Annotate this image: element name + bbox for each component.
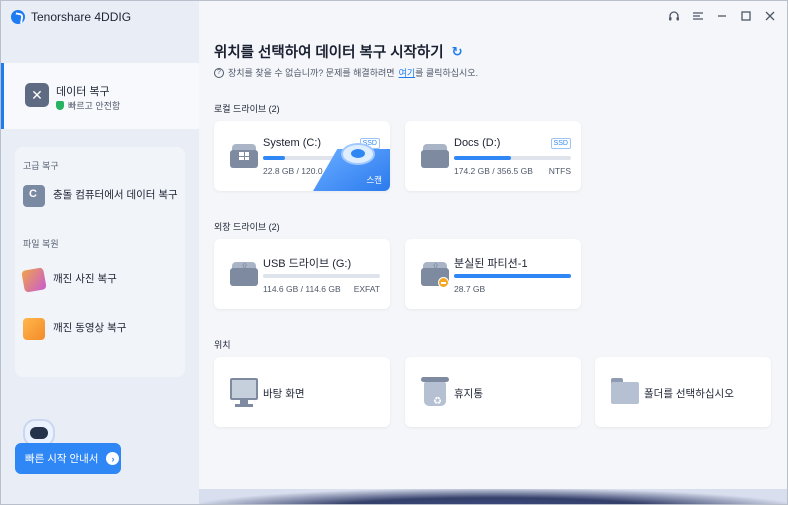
hard-drive-icon — [230, 142, 258, 168]
recycle-bin-icon: ♻ — [421, 376, 449, 408]
drive-card-usb-g[interactable]: ⇪ USB 드라이브 (G:) 114.6 GB / 114.6 GB EXFA… — [214, 239, 390, 309]
drive-size: 28.7 GB — [454, 284, 486, 294]
section-label-locations: 위치 — [214, 340, 231, 350]
brand: Tenorshare 4DDIG — [11, 10, 131, 24]
section-label-external-drives: 외장 드라이브 (2) — [214, 222, 280, 232]
safety-status-text: 빠르고 안전함 — [68, 101, 121, 111]
chevron-right-icon: › — [106, 452, 120, 465]
drive-filesystem: EXFAT — [353, 284, 380, 294]
drive-size: 174.2 GB / 356.5 GB — [454, 166, 533, 176]
tools-icon: ✕ — [25, 83, 49, 107]
sidebar-item-label: 깨진 동영상 복구 — [53, 322, 127, 335]
drive-name: USB 드라이브 (G:) — [263, 258, 352, 270]
sidebar-item-label: 깨진 사진 복구 — [53, 273, 117, 286]
app-title: Tenorshare 4DDIG — [31, 10, 132, 24]
help-link[interactable]: 여기 — [399, 68, 416, 78]
sidebar-item-video-repair[interactable]: 깨진 동영상 복구 — [23, 318, 181, 340]
main-content: 위치를 선택하여 데이터 복구 시작하기 ↻ ? 장치를 찾을 수 없습니까? … — [199, 1, 787, 504]
drive-card-docs-d[interactable]: Docs (D:) SSD 174.2 GB / 356.5 GB NTFS — [405, 121, 581, 191]
shield-check-icon — [56, 101, 64, 110]
group-label-file-repair: 파일 복원 — [23, 239, 59, 249]
location-label: 폴더를 선택하십시오 — [644, 388, 734, 400]
scan-disc-icon — [341, 143, 375, 165]
photo-repair-icon — [21, 267, 47, 293]
drive-name: 분실된 파티션-1 — [454, 258, 528, 270]
page-title: 위치를 선택하여 데이터 복구 시작하기 ↻ — [214, 41, 462, 62]
desktop-icon — [230, 376, 258, 408]
location-recycle-bin[interactable]: ♻ 휴지통 — [405, 357, 581, 427]
warning-badge-icon — [438, 277, 449, 288]
usb-symbol-icon: ⇪ — [240, 262, 250, 274]
location-desktop[interactable]: 바탕 화면 — [214, 357, 390, 427]
section-label-local-drives: 로컬 드라이브 (2) — [214, 104, 280, 114]
windows-icon — [239, 152, 249, 160]
page-title-text: 위치를 선택하여 데이터 복구 시작하기 — [214, 45, 444, 61]
sidebar-item-crashed-pc[interactable]: 충돌 컴퓨터에서 데이터 복구 — [23, 185, 181, 207]
help-prefix: 장치를 찾을 수 없습니까? 문제를 해결하려면 — [228, 68, 395, 78]
quick-start-button[interactable]: 빠른 시작 안내서 › — [15, 443, 121, 474]
drive-filesystem: NTFS — [548, 166, 571, 176]
drive-usage-bar — [263, 274, 380, 278]
drive-usage-bar — [454, 274, 571, 278]
video-repair-icon — [23, 318, 45, 340]
refresh-icon[interactable]: ↻ — [452, 44, 463, 60]
hard-drive-icon — [421, 142, 449, 168]
group-label-advanced: 고급 복구 — [23, 161, 59, 171]
drive-usage-bar — [454, 156, 571, 160]
location-label: 바탕 화면 — [263, 388, 305, 400]
app-window: Tenorshare 4DDIG ✕ 데이터 복구 빠르고 안전함 고급 복구 … — [0, 0, 788, 505]
help-suffix: 를 클릭하십시오. — [415, 68, 479, 78]
folder-icon — [611, 376, 639, 408]
drive-card-lost-partition[interactable]: ⇪ 분실된 파티션-1 28.7 GB — [405, 239, 581, 309]
safety-status: 빠르고 안전함 — [56, 99, 120, 112]
help-line: ? 장치를 찾을 수 없습니까? 문제를 해결하려면 여기를 클릭하십시오. — [214, 66, 478, 79]
drive-name: Docs (D:) — [454, 137, 501, 149]
sidebar-tools-panel: 고급 복구 충돌 컴퓨터에서 데이터 복구 파일 복원 깨진 사진 복구 깨진 … — [15, 147, 185, 377]
sidebar-item-label: 데이터 복구 — [56, 86, 110, 98]
quick-start-label: 빠른 시작 안내서 — [25, 453, 99, 465]
sidebar-item-label: 충돌 컴퓨터에서 데이터 복구 — [53, 189, 178, 202]
drive-type-badge: SSD — [550, 138, 571, 149]
drive-card-system-c[interactable]: System (C:) SSD 22.8 GB / 120.0 GB 스캔 — [214, 121, 390, 191]
usb-symbol-icon: ⇪ — [431, 262, 441, 274]
location-label: 휴지통 — [454, 388, 483, 400]
sidebar-item-photo-repair[interactable]: 깨진 사진 복구 — [21, 267, 181, 293]
scan-button-label[interactable]: 스캔 — [366, 174, 382, 186]
drive-name: System (C:) — [263, 137, 322, 149]
decorative-background-art — [199, 489, 787, 504]
usb-drive-icon: ⇪ — [230, 260, 258, 286]
crashed-pc-icon — [23, 185, 45, 207]
question-icon: ? — [214, 67, 224, 78]
usb-drive-icon: ⇪ — [421, 260, 449, 288]
sidebar: Tenorshare 4DDIG ✕ 데이터 복구 빠르고 안전함 고급 복구 … — [1, 1, 199, 504]
drive-size: 114.6 GB / 114.6 GB — [263, 284, 341, 294]
location-select-folder[interactable]: 폴더를 선택하십시오 — [595, 357, 771, 427]
app-logo-icon — [11, 10, 25, 24]
sidebar-item-data-recovery[interactable]: ✕ 데이터 복구 빠르고 안전함 — [1, 63, 199, 129]
